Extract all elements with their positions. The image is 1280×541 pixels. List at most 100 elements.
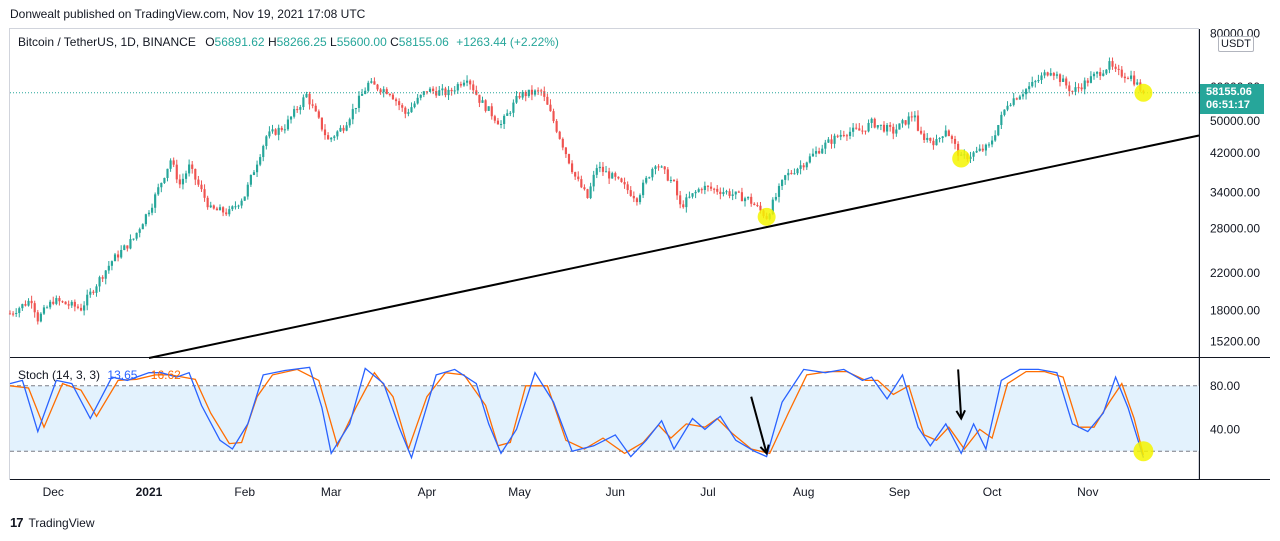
candle-body: [802, 165, 805, 168]
candle-body: [453, 90, 456, 92]
candle-body: [388, 94, 391, 96]
candle-body: [354, 107, 357, 110]
candle-body: [503, 115, 506, 125]
candle-body: [86, 294, 89, 306]
time-scale: Dec 2021 Feb Mar Apr May Jun Jul Aug Sep Oct Nov: [43, 485, 1099, 499]
candle-body: [858, 128, 861, 131]
candle-body: [645, 177, 648, 183]
candle-body: [873, 118, 876, 128]
candle-body: [18, 308, 21, 314]
candle-body: [283, 129, 286, 131]
candle-body: [1068, 85, 1071, 92]
candle-body: [49, 301, 52, 308]
candle-body: [360, 93, 364, 96]
candle-body: [459, 84, 462, 86]
candle-body: [614, 173, 617, 177]
candle-body: [70, 301, 73, 306]
candle-body: [821, 148, 824, 154]
candle-body: [1077, 87, 1080, 89]
candle-body: [323, 129, 327, 136]
candle-body: [604, 171, 608, 173]
candle-body: [163, 177, 166, 183]
candle-body: [991, 140, 994, 145]
candle-body: [833, 135, 836, 144]
candle-body: [79, 307, 83, 311]
candle-body: [601, 166, 605, 172]
candle-body: [691, 193, 694, 197]
trendline-layer: [148, 134, 1200, 359]
candle-body: [126, 245, 129, 249]
candle-body: [660, 166, 663, 168]
candle-body: [997, 125, 1000, 136]
chart-canvas[interactable]: 80000.0060000.0050000.0042000.0034000.00…: [0, 0, 1280, 541]
candle-body: [1136, 82, 1139, 85]
candle-body: [882, 124, 886, 132]
candle-body: [506, 113, 509, 116]
candle-body: [222, 207, 225, 213]
candle-body: [462, 82, 466, 86]
currency-badge[interactable]: USDT: [1218, 36, 1254, 52]
candle-body: [725, 191, 728, 193]
candle-body: [919, 130, 923, 134]
candle-body: [169, 160, 172, 169]
highlight-circle: [757, 207, 776, 226]
candle-body: [895, 129, 898, 134]
trendline: [148, 134, 1200, 359]
symbol-name[interactable]: Bitcoin / TetherUS, 1D, BINANCE: [18, 35, 196, 49]
candle-body: [113, 254, 117, 262]
candle-body: [941, 136, 944, 139]
price-tick-label: 18000.00: [1210, 303, 1260, 317]
candle-body: [1043, 72, 1046, 76]
candle-body: [237, 205, 240, 207]
bar-countdown: 06:51:17: [1206, 99, 1251, 111]
candle-body: [750, 196, 753, 204]
candle-body: [515, 95, 518, 103]
candle-body: [493, 116, 496, 121]
candle-body: [1031, 81, 1034, 87]
candle-body: [1065, 78, 1068, 86]
candle-body: [154, 194, 157, 208]
candle-body: [320, 117, 324, 130]
candle-body: [703, 185, 706, 191]
candle-body: [530, 89, 534, 95]
candle-body: [774, 196, 777, 200]
candle-body: [157, 187, 160, 195]
candle-body: [830, 139, 833, 144]
candle-body: [27, 300, 30, 306]
candle-body: [907, 116, 910, 125]
candle-body: [595, 168, 598, 175]
candle-body: [734, 191, 737, 195]
candle-body: [117, 254, 120, 258]
change-value: +1263.44 (+2.22%): [456, 35, 559, 49]
candle-body: [336, 131, 339, 137]
candle-body: [1123, 76, 1126, 79]
candle-body: [419, 94, 422, 98]
candle-body: [947, 130, 950, 137]
candle-body: [663, 166, 666, 170]
candle-body: [923, 133, 926, 140]
price-tick-label: 28000.00: [1210, 221, 1260, 235]
stoch-k-value: 13.65: [107, 368, 138, 382]
candle-body: [987, 144, 991, 146]
candle-body: [376, 84, 379, 90]
candle-body: [697, 189, 700, 192]
candle-body: [265, 136, 268, 146]
stoch-tick-label: 80.00: [1210, 379, 1240, 393]
time-tick-label: Nov: [1077, 485, 1098, 499]
candle-body: [836, 135, 839, 137]
candle-body: [58, 298, 61, 302]
open-label: O: [205, 35, 215, 49]
stoch-legend[interactable]: Stoch (14, 3, 3) 13.65 16.62: [18, 368, 181, 382]
candle-body: [132, 238, 135, 240]
time-tick-label: Sep: [889, 485, 911, 499]
candle-body: [824, 142, 827, 149]
candle-body: [657, 166, 660, 168]
candle-body: [30, 300, 33, 304]
candle-body: [206, 197, 209, 208]
candle-body: [672, 179, 676, 181]
candle-body: [410, 107, 413, 113]
candle-body: [181, 178, 185, 185]
tradingview-logo-icon[interactable]: 17: [10, 515, 24, 530]
tradingview-brand[interactable]: TradingView: [28, 516, 94, 530]
candle-body: [428, 88, 432, 92]
